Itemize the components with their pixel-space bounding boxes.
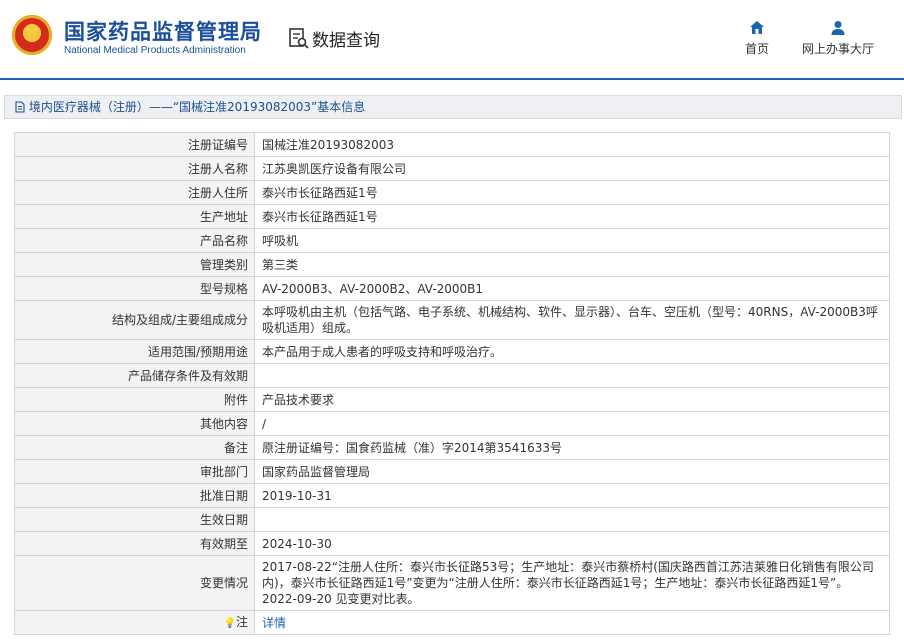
field-value bbox=[254, 363, 890, 388]
user-icon bbox=[831, 21, 845, 35]
national-emblem-logo[interactable]: ★ bbox=[12, 15, 52, 55]
table-row: 注册人住所 泰兴市长征路西延1号 bbox=[14, 180, 890, 205]
field-label: 备注 bbox=[14, 435, 255, 460]
nav-online-hall-label: 网上办事大厅 bbox=[801, 42, 874, 56]
table-row: 注册人名称 江苏奥凯医疗设备有限公司 bbox=[14, 156, 890, 181]
home-icon bbox=[750, 21, 764, 34]
brand-title-en[interactable]: National Medical Products Administration bbox=[64, 45, 246, 56]
registration-info-table: 注册证编号 国械注准20193082003 注册人名称 江苏奥凯医疗设备有限公司 注… bbox=[14, 132, 890, 635]
table-row: 产品储存条件及有效期 bbox=[14, 363, 890, 388]
field-label: 附件 bbox=[14, 387, 255, 412]
lightbulb-icon: 💡 bbox=[223, 617, 236, 629]
nav-online-hall-link[interactable]: 网上办事大厅 bbox=[798, 20, 878, 57]
field-value: 2017-08-22“注册人住所：泰兴市长征路53号；生产地址：泰兴市蔡桥村(国… bbox=[254, 555, 890, 611]
field-value: AV-2000B3、AV-2000B2、AV-2000B1 bbox=[254, 276, 890, 301]
table-row: 审批部门 国家药品监督管理局 bbox=[14, 459, 890, 484]
table-row: 💡注 详情 bbox=[14, 610, 890, 635]
field-label: 生产地址 bbox=[14, 204, 255, 229]
document-search-icon bbox=[289, 27, 309, 49]
table-row: 结构及组成/主要组成成分 本呼吸机由主机（包括气路、电子系统、机械结构、软件、显示… bbox=[14, 300, 890, 340]
table-row: 变更情况 2017-08-22“注册人住所：泰兴市长征路53号；生产地址：泰兴市蔡… bbox=[14, 555, 890, 611]
table-row: 其他内容 / bbox=[14, 411, 890, 436]
note-label-cell: 💡注 bbox=[14, 610, 255, 635]
field-label: 产品名称 bbox=[14, 228, 255, 253]
field-label: 审批部门 bbox=[14, 459, 255, 484]
table-row: 管理类别 第三类 bbox=[14, 252, 890, 277]
brand-title-cn[interactable]: 国家药品监督管理局 bbox=[64, 16, 262, 46]
field-value: 泰兴市长征路西延1号 bbox=[254, 180, 890, 205]
field-value: 第三类 bbox=[254, 252, 890, 277]
breadcrumb-text: 境内医疗器械（注册）——“国械注准20193082003”基本信息 bbox=[28, 100, 366, 114]
table-row: 产品名称 呼吸机 bbox=[14, 228, 890, 253]
field-value: 泰兴市长征路西延1号 bbox=[254, 204, 890, 229]
table-row: 型号规格 AV-2000B3、AV-2000B2、AV-2000B1 bbox=[14, 276, 890, 301]
site-header: ★ 国家药品监督管理局 National Medical Products Ad… bbox=[0, 0, 904, 80]
table-row: 有效期至 2024-10-30 bbox=[14, 531, 890, 556]
table-row: 注册证编号 国械注准20193082003 bbox=[14, 132, 890, 157]
table-row: 生效日期 bbox=[14, 507, 890, 532]
table-row: 生产地址 泰兴市长征路西延1号 bbox=[14, 204, 890, 229]
field-label: 结构及组成/主要组成成分 bbox=[14, 300, 255, 340]
note-value-cell: 详情 bbox=[254, 610, 890, 635]
field-label: 适用范围/预期用途 bbox=[14, 339, 255, 364]
details-link[interactable]: 详情 bbox=[262, 616, 286, 630]
field-value: 2024-10-30 bbox=[254, 531, 890, 556]
field-value: 国家药品监督管理局 bbox=[254, 459, 890, 484]
table-row: 备注 原注册证编号：国食药监械（准）字2014第3541633号 bbox=[14, 435, 890, 460]
nav-home-link[interactable]: 首页 bbox=[742, 20, 772, 57]
field-label: 变更情况 bbox=[14, 555, 255, 611]
field-label: 注册证编号 bbox=[14, 132, 255, 157]
breadcrumb: 境内医疗器械（注册）——“国械注准20193082003”基本信息 bbox=[4, 95, 902, 119]
table-row: 适用范围/预期用途 本产品用于成人患者的呼吸支持和呼吸治疗。 bbox=[14, 339, 890, 364]
field-label: 其他内容 bbox=[14, 411, 255, 436]
field-label: 产品储存条件及有效期 bbox=[14, 363, 255, 388]
field-label: 生效日期 bbox=[14, 507, 255, 532]
table-row: 附件 产品技术要求 bbox=[14, 387, 890, 412]
field-value: / bbox=[254, 411, 890, 436]
field-value: 江苏奥凯医疗设备有限公司 bbox=[254, 156, 890, 181]
field-value: 产品技术要求 bbox=[254, 387, 890, 412]
field-value: 本呼吸机由主机（包括气路、电子系统、机械结构、软件、显示器）、台车、空压机（型号… bbox=[254, 300, 890, 340]
field-value: 原注册证编号：国食药监械（准）字2014第3541633号 bbox=[254, 435, 890, 460]
data-query-label: 数据查询 bbox=[312, 31, 380, 51]
field-label: 注册人住所 bbox=[14, 180, 255, 205]
field-label: 管理类别 bbox=[14, 252, 255, 277]
document-icon bbox=[15, 101, 25, 113]
table-row: 批准日期 2019-10-31 bbox=[14, 483, 890, 508]
field-value: 2019-10-31 bbox=[254, 483, 890, 508]
field-label: 注册人名称 bbox=[14, 156, 255, 181]
field-value bbox=[254, 507, 890, 532]
note-label: 注 bbox=[235, 614, 248, 629]
data-query-title: 数据查询 bbox=[289, 26, 380, 51]
field-value: 呼吸机 bbox=[254, 228, 890, 253]
nav-home-label: 首页 bbox=[744, 42, 769, 56]
field-value: 国械注准20193082003 bbox=[254, 132, 890, 157]
field-label: 型号规格 bbox=[14, 276, 255, 301]
field-label: 批准日期 bbox=[14, 483, 255, 508]
field-label: 有效期至 bbox=[14, 531, 255, 556]
field-value: 本产品用于成人患者的呼吸支持和呼吸治疗。 bbox=[254, 339, 890, 364]
